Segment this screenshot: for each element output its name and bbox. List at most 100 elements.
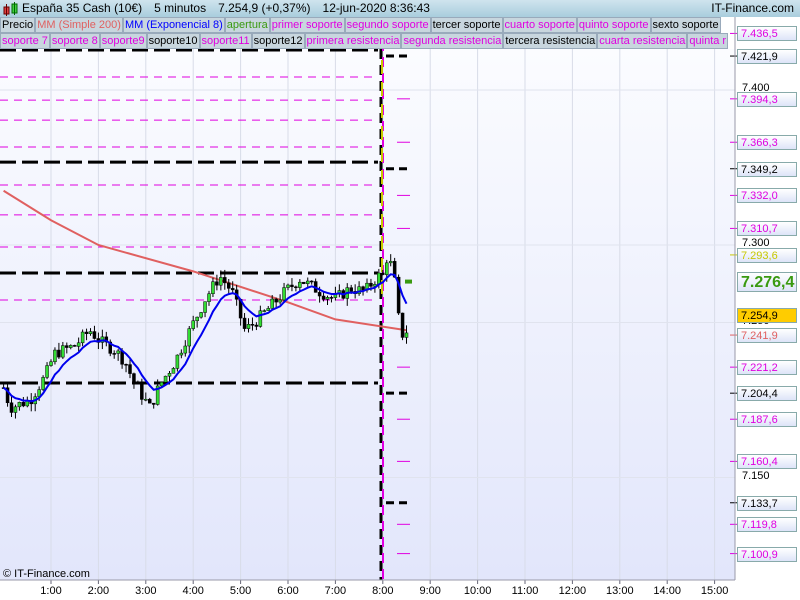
candle-body bbox=[171, 368, 176, 374]
price-level-label: 7.293,6 bbox=[737, 247, 797, 263]
candle-body bbox=[128, 364, 132, 374]
legend-item[interactable]: cuarto soporte bbox=[502, 17, 577, 33]
legend-item[interactable]: segundo soporte bbox=[344, 17, 431, 33]
timeframe: 5 minutos bbox=[154, 1, 207, 15]
legend-item[interactable]: Precio bbox=[0, 17, 36, 33]
legend-row-1: Precio MM (Simple 200) MM (Exponencial 8) a… bbox=[0, 17, 721, 33]
candle-body bbox=[144, 398, 148, 401]
legend-item[interactable]: soporte12 bbox=[251, 33, 305, 49]
candle-body bbox=[72, 345, 77, 347]
price-level-label: 7.221,2 bbox=[737, 360, 797, 376]
candle-body bbox=[148, 398, 152, 404]
legend-item[interactable]: soporte 8 bbox=[49, 33, 100, 49]
candle-body bbox=[191, 320, 195, 329]
candle-body bbox=[80, 331, 85, 344]
candle-body bbox=[309, 280, 314, 283]
candle-body bbox=[41, 377, 45, 390]
price-level-label: 7.241,9 bbox=[737, 328, 797, 344]
legend-item[interactable]: cuarta resistencia bbox=[597, 33, 688, 49]
price-level-label: 7.366,3 bbox=[737, 135, 797, 151]
candle-body bbox=[187, 328, 191, 347]
candle-body bbox=[302, 281, 306, 284]
candle-body bbox=[21, 401, 26, 407]
x-tick-label: 13:00 bbox=[606, 585, 634, 597]
legend-item[interactable]: soporte9 bbox=[99, 33, 147, 49]
candle-body bbox=[388, 261, 393, 264]
price-level-label: 7.133,7 bbox=[737, 495, 797, 511]
candle-body bbox=[199, 312, 203, 318]
candle-body bbox=[278, 299, 282, 303]
legend-item[interactable]: soporte11 bbox=[199, 33, 252, 49]
candle-body bbox=[57, 349, 61, 358]
legend-item[interactable]: primer soporte bbox=[269, 17, 345, 33]
candle-body bbox=[49, 361, 53, 366]
candle-body bbox=[65, 345, 69, 348]
candle-body bbox=[258, 310, 263, 327]
candle-body bbox=[53, 349, 57, 363]
candle-body bbox=[120, 350, 124, 365]
x-tick-label: 5:00 bbox=[229, 585, 252, 597]
candle-body bbox=[290, 284, 294, 288]
candle-body bbox=[179, 352, 184, 356]
legend-item[interactable]: primera resistencia bbox=[304, 33, 402, 49]
legend-item[interactable]: soporte10 bbox=[146, 33, 200, 49]
candle-body bbox=[266, 308, 270, 311]
title-bar: España 35 Cash (10€) 5 minutos 7.254,9 (+0… bbox=[0, 0, 800, 17]
candle-body bbox=[13, 406, 18, 413]
last-price-label: 7.254,9 bbox=[737, 307, 797, 323]
price-level-label: 7.332,0 bbox=[737, 188, 797, 204]
price-level-label: 7.100,9 bbox=[737, 546, 797, 562]
candle-body bbox=[381, 272, 385, 275]
candle-body bbox=[116, 350, 120, 354]
candle-body bbox=[167, 373, 172, 377]
candle-body bbox=[317, 292, 322, 297]
legend-item[interactable]: soporte 7 bbox=[0, 33, 50, 49]
candle-body bbox=[195, 316, 199, 322]
candle-body bbox=[76, 342, 81, 347]
copyright: © IT-Finance.com bbox=[3, 568, 90, 580]
legend-item[interactable]: segunda resistencia bbox=[401, 33, 504, 49]
legend-item[interactable]: sexto soporte bbox=[650, 17, 721, 33]
legend-item[interactable]: MM (Exponencial 8) bbox=[122, 17, 225, 33]
candle-body bbox=[329, 297, 334, 299]
candle-body bbox=[400, 312, 405, 338]
timestamp: 12-jun-2020 8:36:43 bbox=[322, 1, 430, 15]
candle-body bbox=[17, 401, 22, 408]
x-tick-label: 9:00 bbox=[419, 585, 441, 597]
candle-body bbox=[361, 286, 365, 291]
candle-body bbox=[321, 295, 326, 300]
open-price-label: 7.276,4 bbox=[737, 271, 797, 292]
legend-item[interactable]: quinto soporte bbox=[576, 17, 651, 33]
candle-body bbox=[282, 287, 286, 301]
x-tick-label: 1:00 bbox=[40, 585, 62, 597]
candle-body bbox=[294, 286, 298, 289]
legend-item[interactable]: MM (Simple 200) bbox=[35, 17, 123, 33]
candle-body bbox=[369, 282, 373, 287]
legend-item[interactable]: quinta r bbox=[687, 33, 729, 49]
price-level-label: 7.160,4 bbox=[737, 454, 797, 470]
legend-item[interactable]: tercer soporte bbox=[430, 17, 503, 33]
candle-body bbox=[92, 331, 97, 339]
x-tick-label: 10:00 bbox=[463, 585, 492, 597]
candle-body bbox=[183, 345, 188, 354]
candle-body bbox=[124, 364, 128, 366]
candle-body bbox=[298, 281, 302, 288]
legend-item[interactable]: apertura bbox=[224, 17, 270, 33]
legend-item[interactable]: tercera resistencia bbox=[503, 33, 598, 49]
candle-body bbox=[385, 262, 389, 275]
candle-body bbox=[9, 402, 14, 413]
candle-body bbox=[136, 382, 140, 385]
candle-body bbox=[175, 354, 180, 369]
brand: IT-Finance.com bbox=[711, 1, 794, 15]
x-tick-label: 3:00 bbox=[135, 585, 157, 597]
candle-body bbox=[254, 324, 259, 327]
candle-body bbox=[306, 280, 310, 284]
candle-body bbox=[404, 332, 409, 338]
candle-body bbox=[274, 298, 278, 303]
candle-body bbox=[215, 281, 219, 286]
candle-body bbox=[163, 375, 168, 383]
candle-body bbox=[242, 317, 247, 329]
candle-body bbox=[286, 284, 290, 288]
last-price: 7.254,9 (+0,37%) bbox=[218, 1, 311, 15]
price-chart[interactable] bbox=[0, 0, 800, 600]
